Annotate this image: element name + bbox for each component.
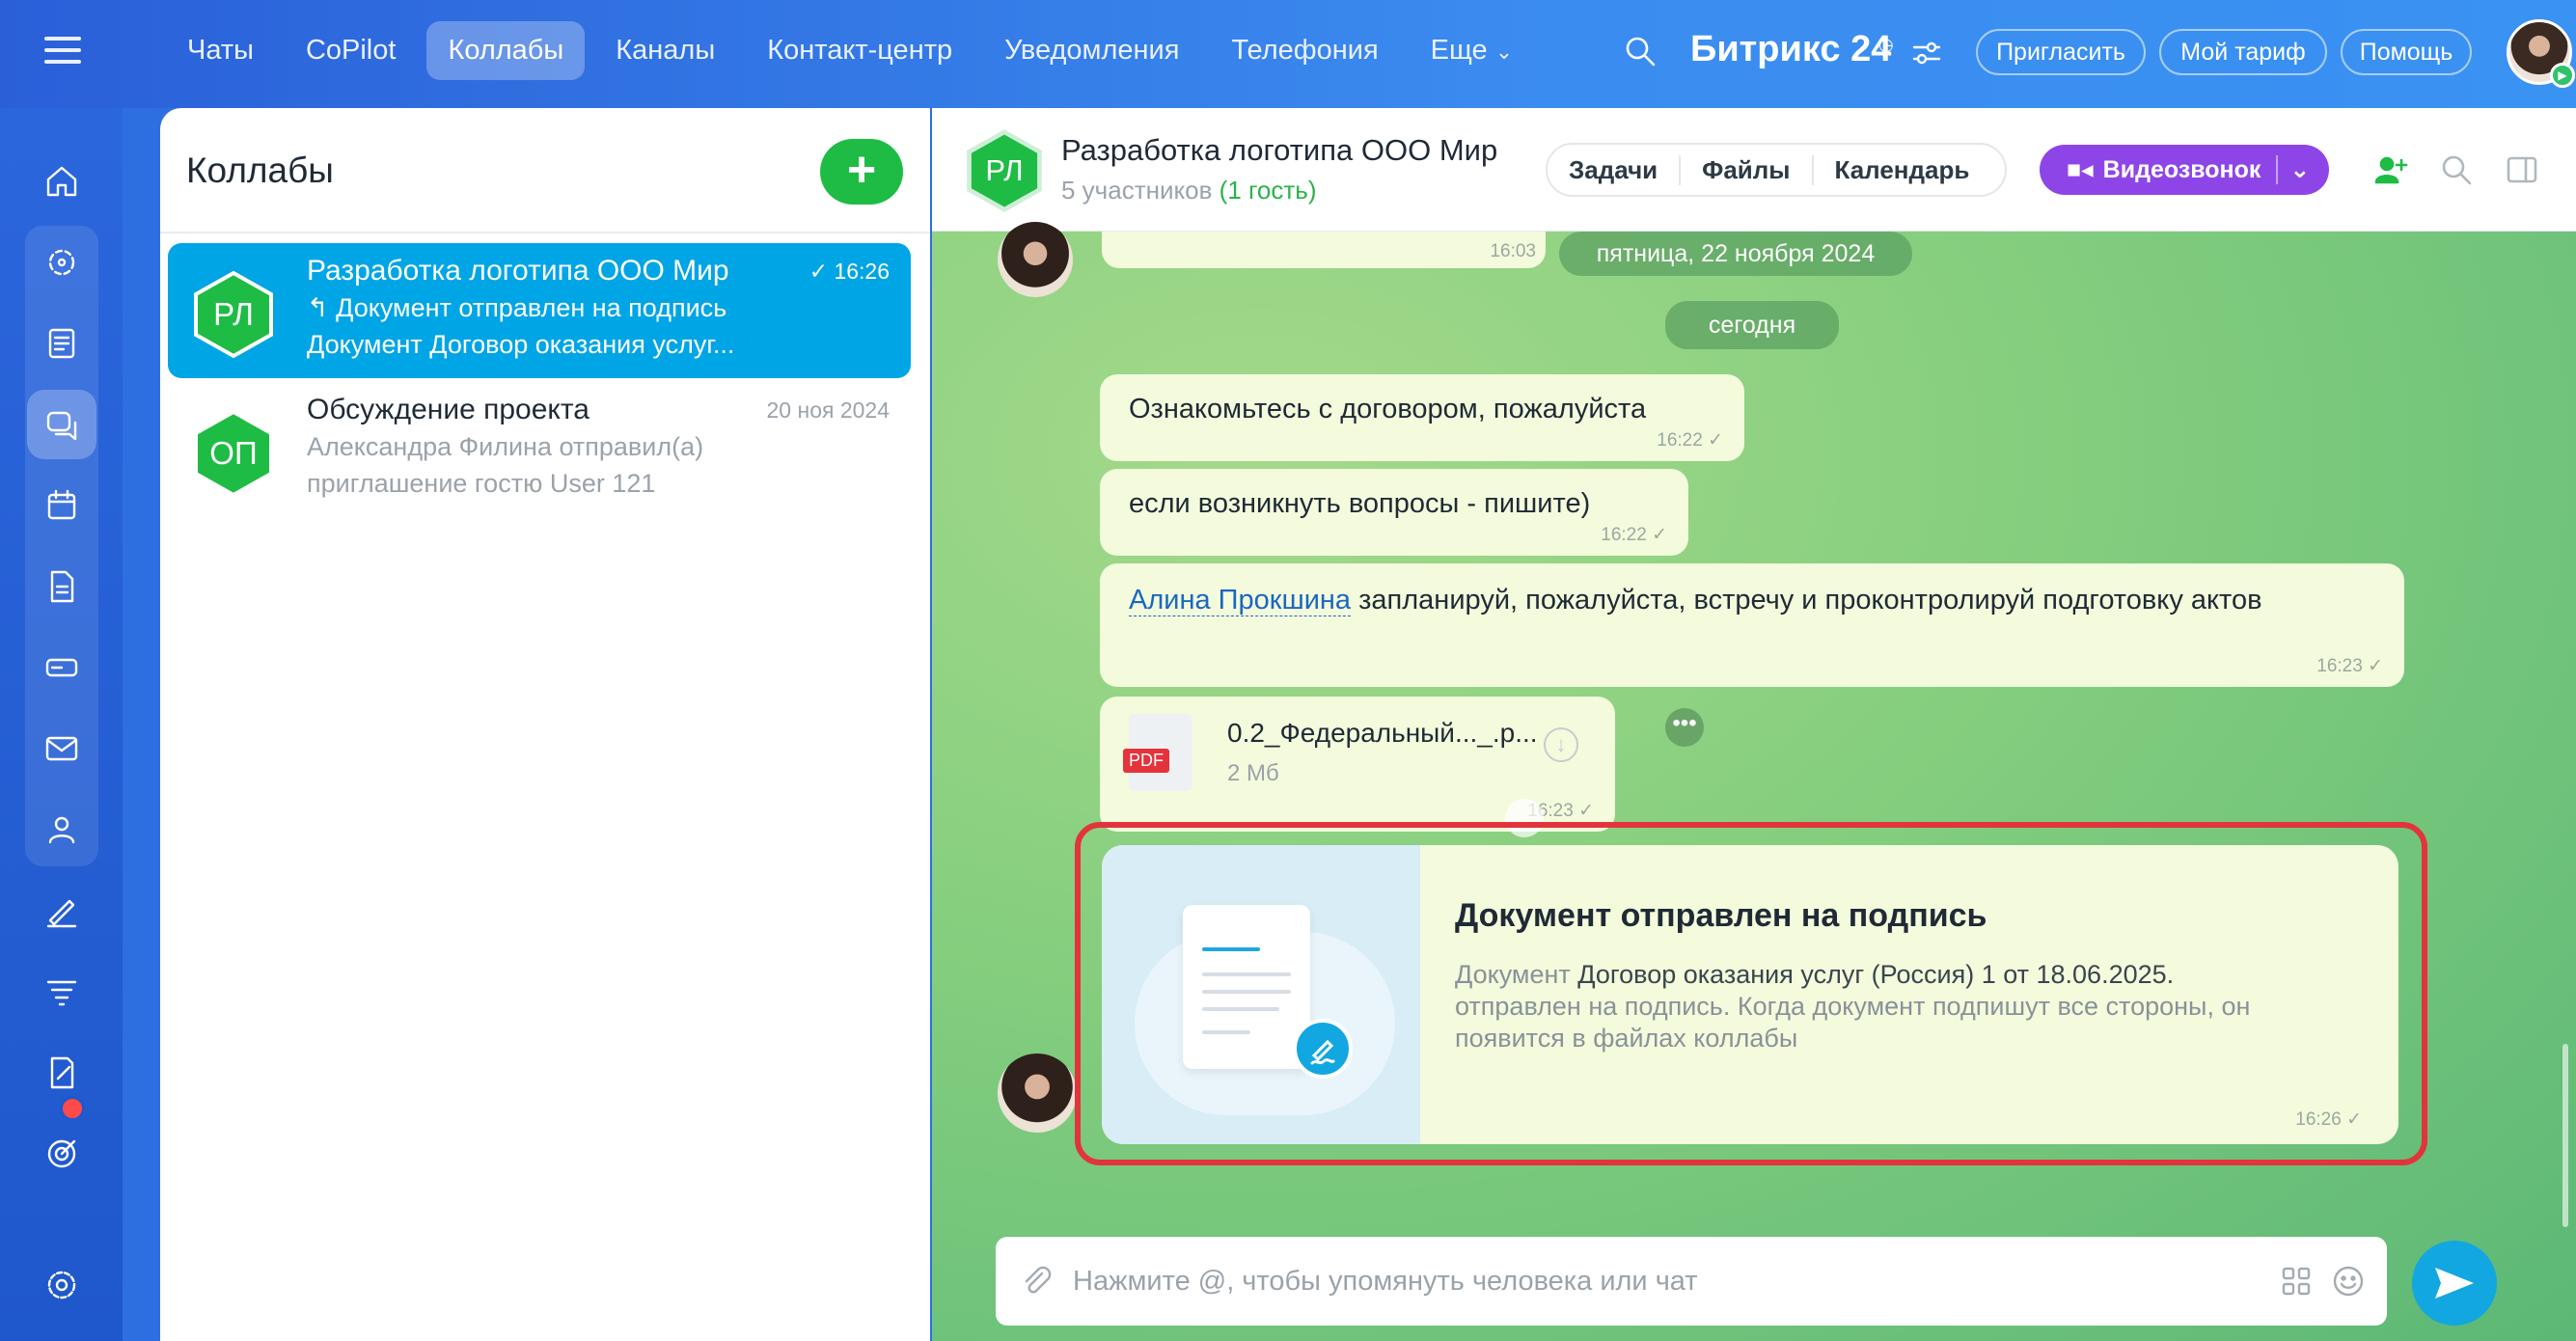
tasks-icon[interactable] bbox=[39, 320, 85, 367]
file-name: 0.2_Федеральный..._.p... bbox=[1227, 718, 1538, 748]
item-time: ✓ 16:26 bbox=[808, 259, 890, 284]
reply-icon: ↰ bbox=[307, 293, 337, 322]
message-input[interactable]: Нажмите @, чтобы упомянуть человека или … bbox=[996, 1237, 2387, 1326]
chat-avatar[interactable]: РЛ bbox=[963, 129, 1046, 212]
send-button[interactable] bbox=[2412, 1241, 2497, 1326]
item-name: Разработка логотипа ООО Мир bbox=[307, 255, 729, 287]
search-icon[interactable] bbox=[2439, 152, 2474, 187]
search-icon[interactable] bbox=[1624, 35, 1657, 68]
tab-channels[interactable]: Каналы bbox=[594, 21, 736, 80]
sender-avatar[interactable] bbox=[998, 1054, 1077, 1133]
help-button[interactable]: Помощь bbox=[2341, 29, 2472, 75]
collab-avatar: РЛ bbox=[189, 270, 278, 359]
tab-tasks[interactable]: Задачи bbox=[1548, 154, 1682, 185]
chevron-down-icon[interactable]: ⌄ bbox=[2276, 155, 2310, 184]
file-size: 2 Мб bbox=[1227, 760, 1279, 786]
sliders-icon[interactable] bbox=[1912, 41, 1941, 66]
tab-contact-center[interactable]: Контакт-центр bbox=[746, 21, 973, 80]
download-icon[interactable]: ↓ bbox=[1544, 727, 1578, 762]
brand-logo[interactable]: Битрикс 24 bbox=[1690, 29, 1891, 70]
today-chip: сегодня bbox=[1665, 301, 1839, 349]
user-mention[interactable]: Алина Прокшина bbox=[1129, 585, 1352, 616]
item-preview-2: Документ Договор оказания услуг... bbox=[307, 330, 735, 359]
sender-avatar[interactable] bbox=[998, 222, 1073, 297]
tab-notifications[interactable]: Уведомления bbox=[983, 21, 1200, 80]
list-item[interactable]: РЛ Разработка логотипа ООО Мир ✓ 16:26 ↰… bbox=[168, 243, 911, 378]
date-chip: пятница, 22 ноября 2024 bbox=[1559, 232, 1912, 276]
tariff-button[interactable]: Мой тариф bbox=[2159, 29, 2327, 75]
home-icon[interactable] bbox=[39, 158, 85, 205]
tab-copilot[interactable]: CoPilot bbox=[285, 21, 418, 80]
tab-calendar[interactable]: Календарь bbox=[1814, 155, 1991, 185]
tab-collabs[interactable]: Коллабы bbox=[426, 21, 586, 80]
message-bubble[interactable]: если возникнуть вопросы - пишите) 16:22 … bbox=[1100, 469, 1688, 556]
message-text: если возникнуть вопросы - пишите) bbox=[1129, 488, 1591, 519]
highlight-frame bbox=[1075, 822, 2427, 1165]
forms-icon[interactable] bbox=[39, 1050, 85, 1096]
message-time: 16:03 bbox=[1490, 241, 1536, 261]
tab-more[interactable]: Еще bbox=[1410, 21, 1534, 80]
scrollbar[interactable] bbox=[2562, 1044, 2568, 1227]
drive-icon[interactable] bbox=[39, 644, 85, 691]
filter-icon[interactable] bbox=[39, 969, 85, 1015]
sign-icon[interactable] bbox=[39, 888, 85, 934]
play-icon: ▶ bbox=[2550, 63, 2575, 88]
input-placeholder: Нажмите @, чтобы упомянуть человека или … bbox=[1073, 1266, 1698, 1297]
tab-chats[interactable]: Чаты bbox=[166, 21, 275, 80]
apps-icon[interactable] bbox=[2279, 1264, 2314, 1299]
camera-icon: ■◂ bbox=[2067, 156, 2094, 183]
item-name: Обсуждение проекта bbox=[307, 394, 589, 425]
calendar-icon[interactable] bbox=[39, 482, 85, 529]
chat-icon[interactable] bbox=[27, 390, 96, 459]
invite-button[interactable]: Пригласить bbox=[1976, 29, 2146, 75]
send-icon bbox=[2435, 1268, 2474, 1299]
add-collab-button[interactable]: + bbox=[820, 139, 903, 205]
item-preview: Александра Филина отправил(а) bbox=[307, 432, 704, 461]
divider bbox=[160, 232, 930, 233]
message-time: 16:22 ✓ bbox=[1601, 525, 1667, 545]
item-preview-2: приглашение гостю User 121 bbox=[307, 469, 656, 498]
message-text: Ознакомьтесь с договором, пожалуйста bbox=[1129, 394, 1647, 424]
check-icon: ✓ bbox=[808, 259, 835, 284]
user-avatar[interactable]: ▶ bbox=[2507, 19, 2575, 88]
more-options-icon[interactable]: ••• bbox=[1665, 708, 1704, 747]
message-bubble: 16:03 bbox=[1102, 232, 1546, 268]
list-title: Коллабы bbox=[186, 151, 334, 190]
sidebar-toggle-icon[interactable] bbox=[2505, 152, 2539, 187]
chat-header: РЛ Разработка логотипа ООО Мир 5 участни… bbox=[932, 108, 2576, 232]
clock-icon: ◷ bbox=[1878, 35, 1894, 54]
message-bubble[interactable]: Ознакомьтесь с договором, пожалуйста 16:… bbox=[1100, 374, 1744, 461]
chat-panel: РЛ Разработка логотипа ООО Мир 5 участни… bbox=[932, 108, 2576, 1341]
left-rail bbox=[0, 108, 123, 1341]
attach-icon[interactable] bbox=[1019, 1264, 1054, 1299]
video-call-button[interactable]: ■◂ Видеозвонок ⌄ bbox=[2040, 145, 2329, 195]
participants-count[interactable]: 5 участников (1 гость) bbox=[1061, 176, 1316, 205]
settings-icon[interactable] bbox=[39, 1262, 85, 1308]
tab-telephony[interactable]: Телефония bbox=[1210, 21, 1399, 80]
chat-title[interactable]: Разработка логотипа ООО Мир bbox=[1061, 133, 1497, 168]
message-time: 16:22 ✓ bbox=[1657, 430, 1723, 451]
mail-icon[interactable] bbox=[39, 725, 85, 772]
list-item[interactable]: ОП Обсуждение проекта 20 ноя 2024 Алекса… bbox=[168, 382, 911, 517]
tab-files[interactable]: Файлы bbox=[1681, 154, 1814, 185]
pdf-file-icon: PDF bbox=[1123, 714, 1192, 791]
top-bar: Чаты CoPilot Коллабы Каналы Контакт-цент… bbox=[0, 0, 2576, 108]
contacts-icon[interactable] bbox=[39, 807, 85, 853]
emoji-icon[interactable] bbox=[2331, 1264, 2366, 1299]
collab-avatar: ОП bbox=[189, 409, 278, 498]
item-time: 20 ноя 2024 bbox=[766, 397, 890, 423]
notification-badge bbox=[60, 1096, 85, 1121]
message-text: Алина Прокшина запланируй, пожалуйста, в… bbox=[1129, 585, 2262, 616]
item-preview: ↰ Документ отправлен на подпись bbox=[307, 293, 727, 322]
main-nav: Чаты CoPilot Коллабы Каналы Контакт-цент… bbox=[166, 21, 1534, 80]
docs-icon[interactable] bbox=[39, 563, 85, 610]
message-bubble[interactable]: Алина Прокшина запланируй, пожалуйста, в… bbox=[1100, 563, 2404, 687]
target-icon[interactable] bbox=[39, 1131, 85, 1177]
collab-list-panel: Коллабы + РЛ Разработка логотипа ООО Мир… bbox=[160, 108, 930, 1341]
add-user-icon[interactable] bbox=[2373, 152, 2408, 187]
chat-tabs: Задачи Файлы Календарь bbox=[1546, 143, 2007, 197]
feed-icon[interactable] bbox=[39, 239, 85, 286]
menu-icon[interactable] bbox=[44, 37, 81, 64]
message-time: 16:23 ✓ bbox=[2316, 656, 2383, 676]
